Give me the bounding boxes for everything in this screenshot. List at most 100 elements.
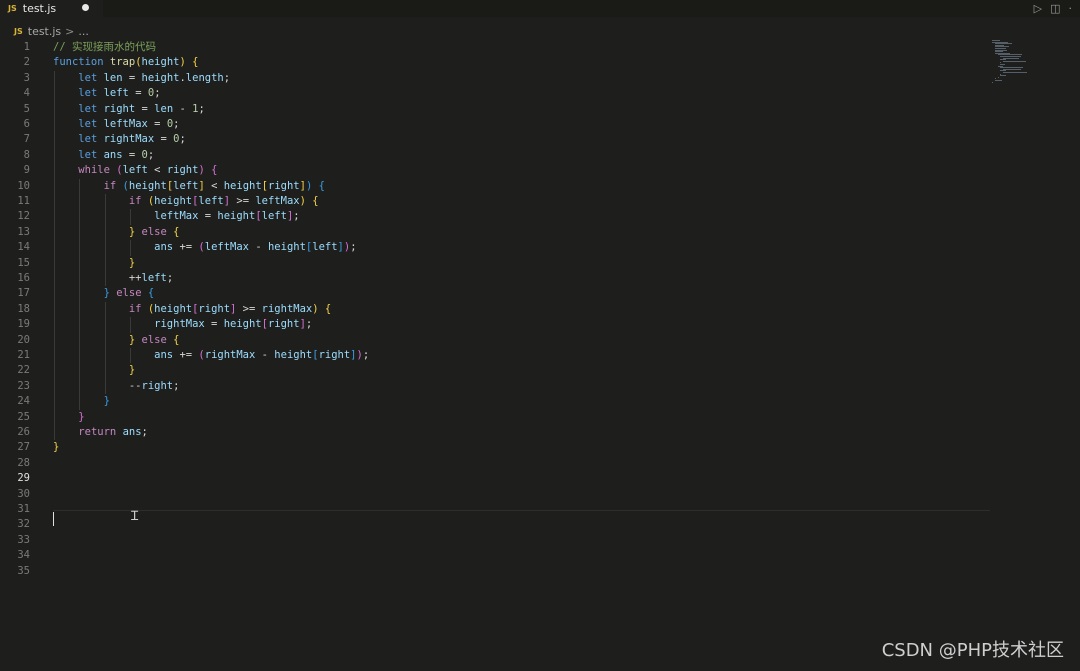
code-line[interactable]: 19 rightMax = height[right]; <box>0 317 990 332</box>
code-line[interactable]: 27} <box>0 440 990 455</box>
code-token: ; <box>147 148 155 161</box>
run-icon[interactable]: ▷ <box>1034 2 1042 15</box>
code-line[interactable]: 35 <box>0 564 990 579</box>
watermark: CSDN @PHP技术社区 <box>881 640 1064 661</box>
indent-guide <box>54 301 55 318</box>
code-line[interactable]: 32 <box>0 517 990 532</box>
line-number: 7 <box>23 133 30 146</box>
indent-guide <box>104 332 106 348</box>
code-token: leftMax <box>255 195 300 207</box>
indent-guide <box>130 317 132 333</box>
line-number: 21 <box>17 349 30 361</box>
indent-guide <box>79 317 81 333</box>
line-number: 13 <box>17 225 30 238</box>
code-line[interactable]: 14 ans += (leftMax - height[left]); <box>0 240 990 255</box>
code-token: = <box>135 102 155 115</box>
code-line[interactable]: 30 <box>0 487 990 502</box>
unsaved-dot-icon[interactable] <box>82 4 89 11</box>
code-line[interactable]: 33 <box>0 533 990 548</box>
code-line[interactable]: 5 let right = len - 1; <box>0 102 990 117</box>
code-line[interactable]: 20 } else { <box>0 333 990 348</box>
code-token: ans <box>154 241 174 254</box>
indent-guide <box>104 240 106 256</box>
code-token: } <box>128 364 136 377</box>
code-line[interactable]: 8 let ans = 0; <box>0 148 990 163</box>
code-token: left <box>198 195 224 207</box>
code-line[interactable]: 10 if (height[left] < height[right]) { <box>0 179 990 194</box>
js-file-icon: JS <box>14 26 23 36</box>
indent-guide <box>54 317 55 333</box>
breadcrumb-file[interactable]: test.js <box>28 25 61 38</box>
code-text: } else { <box>53 333 180 348</box>
code-line[interactable]: 12 leftMax = height[left]; <box>0 209 990 224</box>
code-token: ans <box>122 426 142 438</box>
code-token: if <box>103 179 123 192</box>
minimap-line <box>994 80 1003 81</box>
code-line[interactable]: 29 <box>0 471 990 486</box>
code-token: let <box>78 148 104 161</box>
code-token: = <box>122 148 142 161</box>
line-number: 23 <box>17 379 30 392</box>
code-token: height <box>217 210 256 223</box>
code-token: if <box>128 195 148 207</box>
code-token: left <box>312 241 338 254</box>
code-text: let rightMax = 0; <box>53 132 186 147</box>
indent-guide <box>54 117 55 133</box>
code-line[interactable]: 18 if (height[right] >= rightMax) { <box>0 302 990 317</box>
code-line[interactable]: 23 --right; <box>0 379 990 394</box>
breadcrumb-symbol[interactable]: ... <box>78 25 89 38</box>
code-line[interactable]: 26 return ans; <box>0 425 990 440</box>
code-line[interactable]: 1 // 实现接雨水的代码 <box>0 40 990 55</box>
tab-test-js[interactable]: JS test.js <box>0 0 103 17</box>
indent-guide <box>79 301 81 318</box>
code-line[interactable]: 31 <box>0 502 990 517</box>
code-line[interactable]: 34 <box>0 548 990 563</box>
code-text: if (height[left] >= leftMax) { <box>53 194 319 209</box>
code-token: rightMax <box>204 349 256 361</box>
code-token: } <box>128 256 136 269</box>
code-token: += <box>173 241 199 254</box>
code-token: right <box>141 379 174 392</box>
line-number: 22 <box>17 364 30 377</box>
more-actions-icon[interactable]: · <box>1069 2 1073 15</box>
code-line[interactable]: 6 let leftMax = 0; <box>0 117 990 132</box>
code-line[interactable]: 15 } <box>0 256 990 271</box>
code-line[interactable]: 21 ans += (rightMax - height[right]); <box>0 348 990 363</box>
line-number: 33 <box>17 533 30 546</box>
split-editor-icon[interactable]: ◫ <box>1050 2 1060 15</box>
code-line[interactable]: 17 } else { <box>0 286 990 301</box>
indent-guide <box>104 378 106 395</box>
code-token: } <box>103 395 110 408</box>
code-token: { <box>147 287 155 300</box>
code-line[interactable]: 22 } <box>0 363 990 378</box>
line-number: 20 <box>17 333 30 346</box>
code-token: let <box>78 118 104 130</box>
code-line[interactable]: 13 } else { <box>0 225 990 240</box>
code-line[interactable]: 25 } <box>0 410 990 425</box>
code-token: height <box>154 302 193 315</box>
code-editor[interactable]: Ɪ 1// 实现接雨水的代码 2 function trap(height) {3 … <box>0 40 990 600</box>
line-number: 14 <box>17 241 30 254</box>
code-text: ans += (leftMax - height[left]); <box>53 240 356 255</box>
code-line[interactable]: 28 <box>0 456 990 471</box>
code-text: if (height[right] >= rightMax) { <box>53 302 331 317</box>
code-line[interactable]: 3 let len = height.length; <box>0 71 990 86</box>
code-line[interactable]: 16 ++left; <box>0 271 990 286</box>
indent-guide <box>54 348 55 364</box>
code-line[interactable]: 9 while (left < right) { <box>0 163 990 178</box>
indent-guide <box>79 178 81 194</box>
code-line[interactable]: 4 let left = 0; <box>0 86 990 101</box>
code-line[interactable]: 7 let rightMax = 0; <box>0 132 990 147</box>
indent-guide <box>104 363 106 379</box>
code-token: = <box>154 133 174 146</box>
code-line[interactable]: 2 function trap(height) { <box>0 55 990 70</box>
line-number: 8 <box>23 148 30 161</box>
code-token: - <box>255 349 275 361</box>
code-line[interactable]: 11 if (height[left] >= leftMax) { <box>0 194 990 209</box>
minimap[interactable] <box>992 40 1037 90</box>
code-token: height <box>223 179 262 192</box>
code-line[interactable]: 24 } <box>0 394 990 409</box>
code-token: - <box>173 102 193 115</box>
